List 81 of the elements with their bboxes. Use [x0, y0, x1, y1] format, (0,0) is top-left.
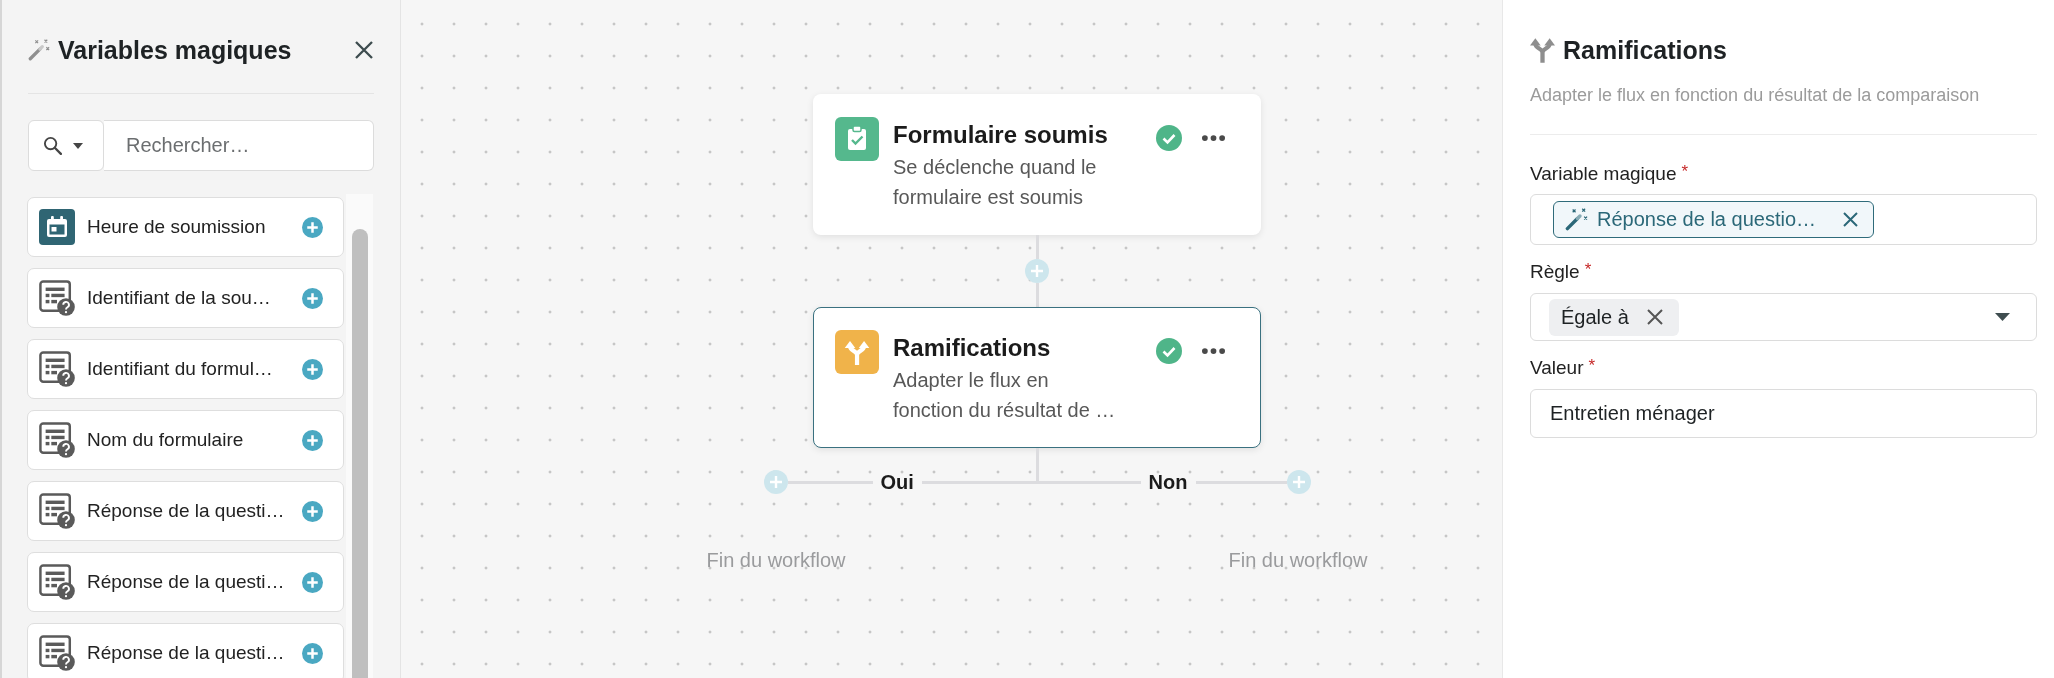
scrollbar-thumb[interactable]	[351, 229, 368, 678]
branch-label: Non	[1148, 470, 1188, 494]
variable-chip[interactable]: Réponse de la questio…	[1553, 201, 1875, 238]
node-title: Formulaire soumis	[893, 120, 1109, 150]
close-icon	[355, 41, 373, 59]
variable-item[interactable]: Identifiant de la sou…	[27, 268, 344, 328]
plus-icon	[302, 642, 323, 664]
form-question-icon	[39, 564, 75, 600]
calendar-icon	[39, 209, 75, 245]
plus-icon	[302, 571, 323, 593]
add-variable-button[interactable]	[302, 429, 323, 451]
magic-wand-icon	[1565, 208, 1588, 231]
more-button[interactable]	[1202, 135, 1225, 141]
variable-label: Nom du formulaire	[87, 429, 245, 451]
form-question-icon	[39, 351, 75, 387]
variable-label: Heure de soumission	[87, 216, 267, 238]
node-description: Adapter le flux en fonction du résultat de …	[893, 368, 1117, 423]
field-label: Variable magique	[1530, 162, 1677, 186]
variable-item[interactable]: Identifiant du formul…	[27, 339, 344, 399]
variable-label: Réponse de la questi…	[87, 500, 286, 522]
add-variable-button[interactable]	[302, 358, 323, 380]
variable-label: Réponse de la questi…	[87, 571, 286, 593]
plus-icon	[1031, 265, 1043, 277]
field-label: Valeur	[1530, 356, 1584, 380]
plus-icon	[302, 287, 323, 309]
workflow-node[interactable]: Ramifications Adapter le flux en fonction du résultat de …	[813, 307, 1261, 448]
node-title: Ramifications	[893, 333, 1052, 363]
form-question-icon	[39, 493, 75, 529]
variable-item[interactable]: Heure de soumission	[27, 197, 344, 257]
form-question-icon	[39, 280, 75, 316]
end-label: Fin du workflow	[706, 548, 846, 572]
search-filter-button[interactable]	[28, 120, 104, 171]
variable-label: Réponse de la questi…	[87, 642, 286, 664]
branch-label: Oui	[880, 470, 914, 494]
clipboard-check-icon	[835, 117, 879, 161]
panel-title: Ramifications	[1563, 35, 1727, 66]
rule-select[interactable]: Égale à	[1530, 293, 2037, 341]
add-variable-button[interactable]	[302, 642, 323, 664]
plus-icon	[302, 429, 323, 451]
more-icon	[1202, 348, 1225, 354]
required-mark: *	[1681, 162, 1689, 182]
caret-icon	[73, 142, 83, 149]
form-question-icon	[39, 422, 75, 458]
variable-item[interactable]: Réponse de la questi…	[27, 552, 344, 612]
variable-item[interactable]: Réponse de la questi…	[27, 623, 344, 678]
variable-label: Identifiant du formul…	[87, 358, 274, 380]
plus-icon	[302, 500, 323, 522]
add-variable-button[interactable]	[302, 571, 323, 593]
magic-wand-icon	[28, 39, 50, 61]
add-variable-button[interactable]	[302, 216, 323, 238]
workflow-node[interactable]: Formulaire soumis Se déclenche quand le formulaire est soumis	[813, 94, 1261, 235]
node-description: Se déclenche quand le formulaire est soumis	[893, 155, 1098, 210]
required-mark: *	[1584, 260, 1592, 280]
variable-label: Identifiant de la sou…	[87, 287, 272, 309]
field-label: Règle	[1530, 260, 1580, 284]
more-icon	[1202, 135, 1225, 141]
remove-icon[interactable]	[1646, 309, 1663, 325]
sidebar-title: Variables magiques	[58, 35, 293, 66]
add-variable-button[interactable]	[302, 500, 323, 522]
branch-icon	[1530, 37, 1555, 63]
add-variable-button[interactable]	[302, 287, 323, 309]
search-field[interactable]: Rechercher…	[104, 120, 374, 171]
plus-icon	[769, 476, 782, 488]
required-mark: *	[1588, 356, 1596, 376]
form-question-icon	[39, 635, 75, 671]
rule-chip[interactable]: Égale à	[1549, 298, 1679, 336]
search-icon	[43, 136, 62, 155]
value-field[interactable]: Entretien ménager	[1530, 389, 2037, 438]
plus-icon	[1292, 476, 1305, 488]
panel-subtitle: Adapter le flux en fonction du résultat de la comparaison	[1530, 84, 1981, 107]
variable-field[interactable]: Réponse de la questio…	[1530, 194, 2037, 245]
more-button[interactable]	[1202, 348, 1225, 354]
end-label: Fin du workflow	[1228, 548, 1368, 572]
variable-item[interactable]: Nom du formulaire	[27, 410, 344, 470]
close-button[interactable]	[355, 41, 373, 59]
remove-icon[interactable]	[1843, 212, 1859, 227]
variable-item[interactable]: Réponse de la questi…	[27, 481, 344, 541]
branch-icon	[835, 330, 879, 374]
caret-icon	[1995, 313, 2010, 321]
plus-icon	[302, 216, 323, 238]
plus-icon	[302, 358, 323, 380]
